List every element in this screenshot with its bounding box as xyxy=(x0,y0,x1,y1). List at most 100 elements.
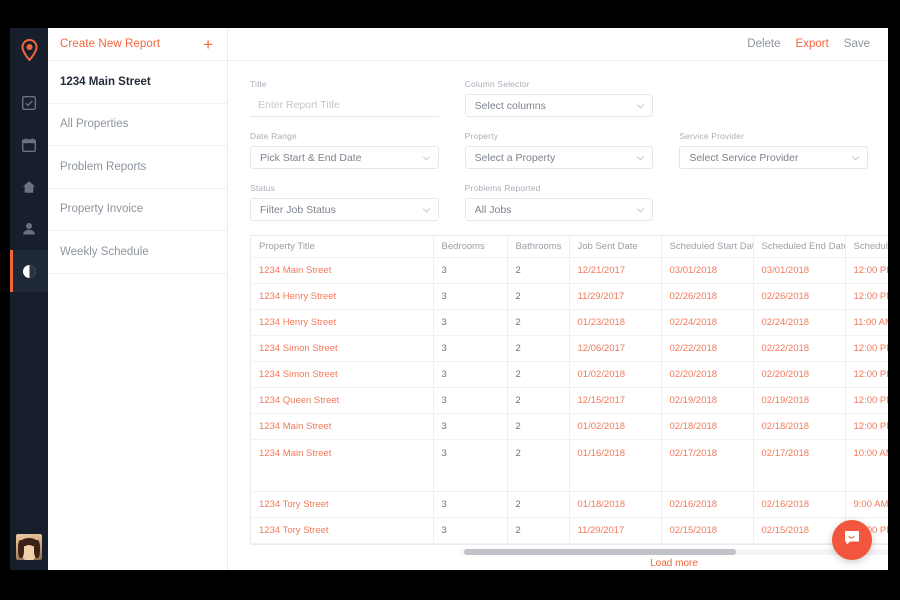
app-window: Create New Report + 1234 Main Street All… xyxy=(10,28,888,570)
cell-scheduled-time: 12:00 PM - 2 xyxy=(845,257,888,284)
table-row[interactable]: 1234 Simon Street 3 2 12/06/2017 02/22/2018 0… xyxy=(251,335,888,362)
home-icon xyxy=(22,180,36,194)
cell-scheduled-start-date: 02/18/2018 xyxy=(661,413,754,440)
user-avatar[interactable] xyxy=(16,534,42,560)
jobs-table-container: Property Title Bedrooms Bathrooms Job Se… xyxy=(250,235,888,545)
column-selector-dropdown[interactable]: Select columns xyxy=(464,94,654,117)
cell-job-sent-date: 01/23/2018 xyxy=(569,309,662,336)
column-selector-label: Column Selector xyxy=(464,79,530,89)
table-row[interactable]: 1234 Henry Street 3 2 11/29/2017 02/26/2018 0… xyxy=(251,283,888,310)
cell-scheduled-end-date: 02/22/2018 xyxy=(753,335,846,362)
field-column-selector: Column Selector Select columns xyxy=(464,79,654,117)
table-row[interactable]: 1234 Main Street 3 2 12/21/2017 03/01/2018 03… xyxy=(251,257,888,284)
sidebar-item-all-properties[interactable]: All Properties xyxy=(48,104,227,146)
cell-bedrooms: 3 xyxy=(433,361,508,388)
sidebar-item-property-invoice[interactable]: Property Invoice xyxy=(48,189,227,231)
table-row[interactable]: 1234 Queen Street 3 2 12/15/2017 02/19/2018 0… xyxy=(251,387,888,414)
cell-job-sent-date: 11/29/2017 xyxy=(569,517,662,544)
cell-property-title: 1234 Tory Street xyxy=(251,491,434,518)
plus-icon[interactable]: + xyxy=(203,36,213,53)
reports-sidebar: Create New Report + 1234 Main Street All… xyxy=(48,28,228,570)
cell-scheduled-start-date: 02/26/2018 xyxy=(661,283,754,310)
rail-item-reports[interactable] xyxy=(10,250,48,292)
chevron-down-icon xyxy=(637,152,645,161)
cell-scheduled-start-date: 02/17/2018 xyxy=(661,439,754,492)
sidebar-item-label: 1234 Main Street xyxy=(60,75,151,88)
horizontal-scrollbar-thumb[interactable] xyxy=(464,549,736,555)
service-provider-dropdown[interactable]: Select Service Provider xyxy=(679,146,869,169)
map-pin-logo-icon xyxy=(10,28,48,72)
sidebar-item-1234-main-street[interactable]: 1234 Main Street xyxy=(48,61,227,104)
cell-job-sent-date: 01/02/2018 xyxy=(569,361,662,388)
delete-button[interactable]: Delete xyxy=(747,38,780,50)
field-title: Title Enter Report Title xyxy=(250,79,439,117)
rail-item-tasks[interactable] xyxy=(10,82,48,124)
jobs-table-body: 1234 Main Street 3 2 12/21/2017 03/01/2018 03… xyxy=(251,257,888,544)
sidebar-item-weekly-schedule[interactable]: Weekly Schedule xyxy=(48,231,227,274)
table-row[interactable]: 1234 Henry Street 3 2 01/23/2018 02/24/2018 0… xyxy=(251,309,888,336)
table-row[interactable]: 1234 Simon Street 3 2 01/02/2018 02/20/2018 0… xyxy=(251,361,888,388)
cell-bathrooms: 2 xyxy=(507,413,570,440)
rail-item-people[interactable] xyxy=(10,208,48,250)
date-range-value: Pick Start & End Date xyxy=(260,151,362,164)
cell-scheduled-time: 10:00 AM - xyxy=(845,439,888,492)
save-button[interactable]: Save xyxy=(844,38,870,50)
pie-chart-icon xyxy=(22,264,37,279)
column-header-scheduled-end-date[interactable]: Scheduled End Date xyxy=(753,236,846,258)
date-range-dropdown[interactable]: Pick Start & End Date xyxy=(250,146,439,169)
cell-bedrooms: 3 xyxy=(433,413,508,440)
cell-scheduled-start-date: 03/01/2018 xyxy=(661,257,754,284)
sidebar-item-label: Problem Reports xyxy=(60,160,147,173)
chevron-down-icon xyxy=(851,152,860,161)
cell-property-title: 1234 Main Street xyxy=(251,439,434,492)
cell-scheduled-end-date: 02/20/2018 xyxy=(753,361,846,388)
cell-scheduled-time: 12:00 PM - 1 xyxy=(845,413,888,440)
sidebar-item-problem-reports[interactable]: Problem Reports xyxy=(48,146,227,189)
action-toolbar: Delete Export Save xyxy=(228,28,888,61)
table-row[interactable]: 1234 Main Street 3 2 01/16/2018 02/17/2018 02… xyxy=(251,439,888,492)
cell-bedrooms: 3 xyxy=(433,309,508,336)
cell-scheduled-start-date: 02/24/2018 xyxy=(661,309,754,336)
chat-launcher-button[interactable] xyxy=(832,520,872,560)
rail-item-calendar[interactable] xyxy=(10,124,48,166)
problems-reported-dropdown[interactable]: All Jobs xyxy=(464,198,654,221)
icon-rail xyxy=(10,28,48,570)
create-new-report-row[interactable]: Create New Report + xyxy=(48,28,227,61)
column-header-property-title[interactable]: Property Title xyxy=(251,236,434,258)
cell-scheduled-time: 12:00 PM - 2 xyxy=(845,361,888,388)
cell-property-title: 1234 Main Street xyxy=(251,257,434,284)
jobs-table: Property Title Bedrooms Bathrooms Job Se… xyxy=(251,236,888,544)
status-label: Status xyxy=(250,183,275,193)
rail-item-home[interactable] xyxy=(10,166,48,208)
cell-property-title: 1234 Main Street xyxy=(251,413,434,440)
load-more-button[interactable]: Load more xyxy=(460,558,888,569)
title-placeholder: Enter Report Title xyxy=(258,99,340,111)
column-header-job-sent-date[interactable]: Job Sent Date xyxy=(569,236,662,258)
table-row[interactable]: 1234 Tory Street 3 2 11/29/2017 02/15/2018 02… xyxy=(251,517,888,544)
cell-bathrooms: 2 xyxy=(507,387,570,414)
chevron-down-icon xyxy=(422,204,430,213)
cell-scheduled-time: 12:00 PM - 2 xyxy=(845,283,888,310)
property-dropdown[interactable]: Select a Property xyxy=(464,146,654,169)
export-button[interactable]: Export xyxy=(796,38,829,50)
chevron-down-icon xyxy=(637,204,645,213)
column-header-scheduled-time[interactable]: Scheduled xyxy=(845,236,888,258)
title-input[interactable]: Enter Report Title xyxy=(250,94,439,117)
column-header-bedrooms[interactable]: Bedrooms xyxy=(433,236,508,258)
cell-property-title: 1234 Henry Street xyxy=(251,309,434,336)
cell-property-title: 1234 Queen Street xyxy=(251,387,434,414)
service-provider-label: Service Provider xyxy=(679,131,745,141)
column-header-bathrooms[interactable]: Bathrooms xyxy=(507,236,570,258)
cell-scheduled-end-date: 02/26/2018 xyxy=(753,283,846,310)
table-row[interactable]: 1234 Main Street 3 2 01/02/2018 02/18/2018 02… xyxy=(251,413,888,440)
problems-reported-label: Problems Reported xyxy=(464,183,541,193)
status-dropdown[interactable]: Filter Job Status xyxy=(250,198,439,221)
property-label: Property xyxy=(464,131,498,141)
field-date-range: Date Range Pick Start & End Date xyxy=(250,131,439,169)
table-row[interactable]: 1234 Tory Street 3 2 01/18/2018 02/16/2018 02… xyxy=(251,491,888,518)
cell-scheduled-start-date: 02/15/2018 xyxy=(661,517,754,544)
column-header-scheduled-start-date[interactable]: Scheduled Start Date xyxy=(661,236,754,258)
date-range-label: Date Range xyxy=(250,131,297,141)
cell-scheduled-time: 12:00 PM - 2 xyxy=(845,387,888,414)
field-property: Property Select a Property xyxy=(464,131,654,169)
